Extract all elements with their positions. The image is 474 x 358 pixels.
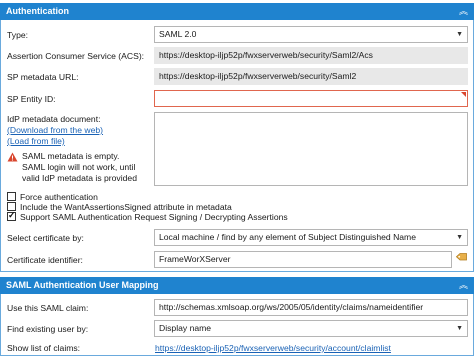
support-signing-checkbox[interactable] bbox=[7, 210, 16, 221]
force-authentication-label: Force authentication bbox=[20, 192, 98, 202]
chevron-down-icon: ▼ bbox=[456, 31, 463, 38]
type-label: Type: bbox=[7, 30, 29, 40]
find-user-label: Find existing user by: bbox=[7, 324, 89, 334]
certificate-identifier-label: Certificate identifier: bbox=[7, 255, 83, 265]
sp-metadata-value: https://desktop-iljp52p/fwxserverweb/sec… bbox=[159, 71, 357, 81]
tag-icon[interactable] bbox=[456, 253, 467, 263]
saml-claim-value: http://schemas.xmlsoap.org/ws/2005/05/id… bbox=[159, 302, 424, 312]
sp-metadata-field[interactable]: https://desktop-iljp52p/fwxserverweb/sec… bbox=[154, 68, 468, 85]
sp-entity-input[interactable] bbox=[154, 90, 468, 107]
type-value: SAML 2.0 bbox=[159, 29, 197, 39]
certificate-identifier-input[interactable]: FrameWorXServer bbox=[154, 251, 452, 268]
load-from-file-link[interactable]: (Load from file) bbox=[7, 136, 65, 146]
user-mapping-title: SAML Authentication User Mapping bbox=[6, 280, 159, 290]
chevron-up-icon[interactable]: ︽ bbox=[459, 277, 468, 294]
select-certificate-dropdown[interactable]: Local machine / find by any element of S… bbox=[154, 229, 468, 246]
saml-claim-label: Use this SAML claim: bbox=[7, 303, 89, 313]
acs-value: https://desktop-iljp52p/fwxserverweb/sec… bbox=[159, 50, 373, 60]
chevron-down-icon: ▼ bbox=[456, 234, 463, 241]
show-claims-label: Show list of claims: bbox=[7, 343, 81, 353]
sp-entity-label: SP Entity ID: bbox=[7, 94, 56, 104]
sp-metadata-label: SP metadata URL: bbox=[7, 72, 79, 82]
authentication-title: Authentication bbox=[6, 6, 69, 16]
idp-metadata-label: IdP metadata document: bbox=[7, 114, 101, 124]
warning-triangle-icon bbox=[7, 152, 18, 162]
certificate-identifier-value: FrameWorXServer bbox=[159, 254, 231, 264]
acs-label: Assertion Consumer Service (ACS): bbox=[7, 51, 145, 61]
find-user-value: Display name bbox=[159, 323, 212, 333]
type-select[interactable]: SAML 2.0 ▼ bbox=[154, 26, 468, 43]
acs-field[interactable]: https://desktop-iljp52p/fwxserverweb/sec… bbox=[154, 47, 468, 64]
find-user-dropdown[interactable]: Display name ▼ bbox=[154, 320, 468, 337]
download-from-web-link[interactable]: (Download from the web) bbox=[7, 125, 103, 135]
support-signing-label: Support SAML Authentication Request Sign… bbox=[20, 212, 288, 222]
want-assertions-signed-label: Include the WantAssertionsSigned attribu… bbox=[20, 202, 232, 212]
authentication-header[interactable]: Authentication ︽ bbox=[0, 3, 474, 20]
force-authentication-checkbox[interactable] bbox=[7, 192, 16, 201]
chevron-down-icon: ▼ bbox=[456, 325, 463, 332]
select-certificate-value: Local machine / find by any element of S… bbox=[159, 232, 416, 242]
select-certificate-label: Select certificate by: bbox=[7, 233, 84, 243]
saml-claim-input[interactable]: http://schemas.xmlsoap.org/ws/2005/05/id… bbox=[154, 299, 468, 316]
idp-metadata-textarea[interactable] bbox=[154, 112, 468, 186]
show-claims-link[interactable]: https://desktop-iljp52p/fwxserverweb/sec… bbox=[155, 343, 391, 353]
chevron-up-icon[interactable]: ︽ bbox=[459, 3, 468, 20]
warning-message: SAML metadata is empty. SAML login will … bbox=[22, 151, 137, 183]
user-mapping-header[interactable]: SAML Authentication User Mapping ︽ bbox=[0, 277, 474, 294]
